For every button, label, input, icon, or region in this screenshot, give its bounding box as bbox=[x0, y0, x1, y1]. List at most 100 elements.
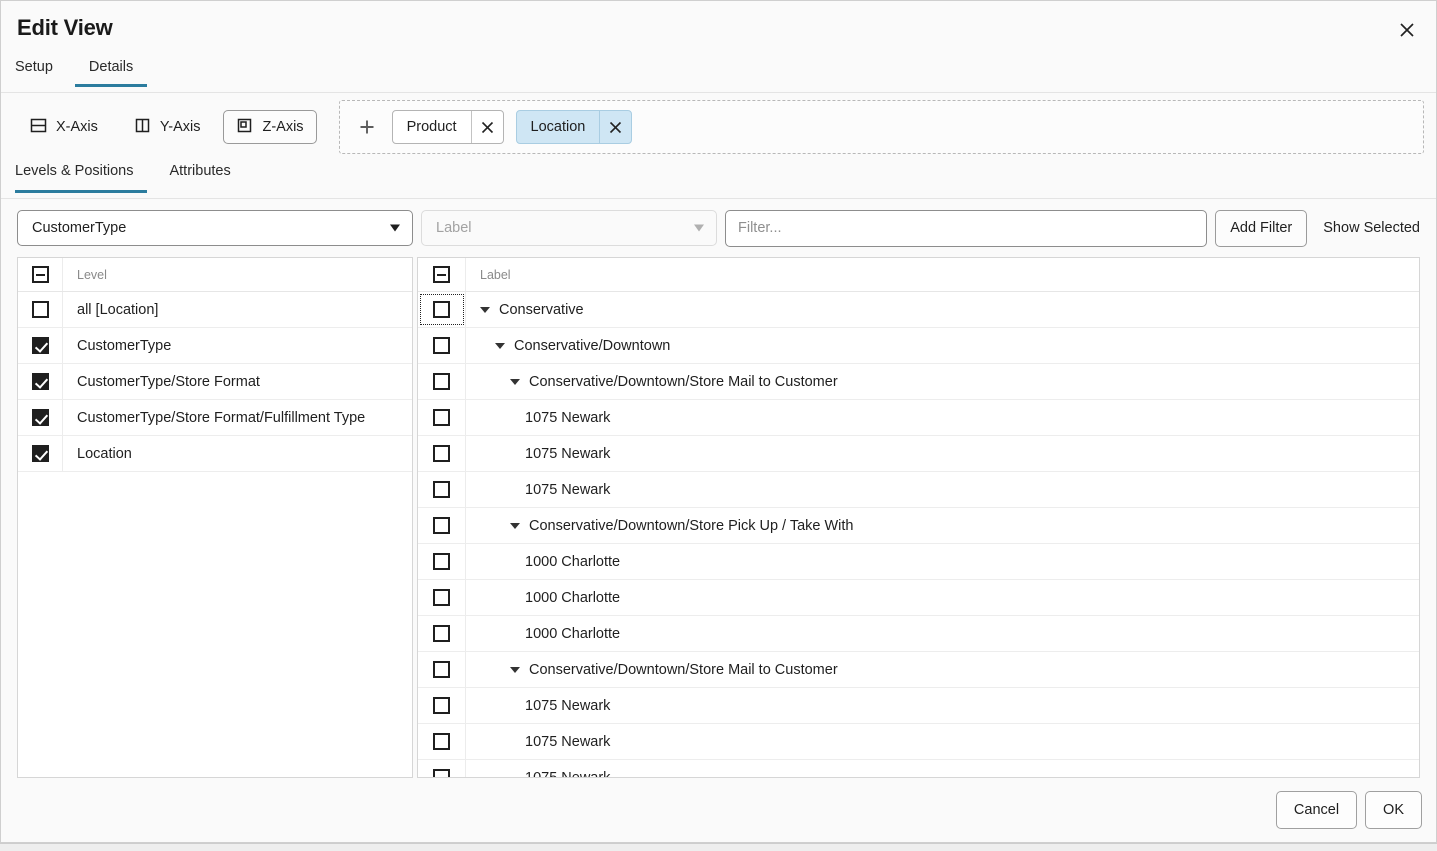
tree-row[interactable]: 1075 Newark bbox=[418, 760, 1419, 777]
tree-row[interactable]: 1075 Newark bbox=[418, 724, 1419, 760]
expand-collapse-triangle-icon[interactable] bbox=[480, 306, 490, 313]
label-row-checkbox-cell[interactable] bbox=[418, 688, 466, 723]
label-row-label: 1075 Newark bbox=[525, 481, 611, 498]
label-row-checkbox[interactable] bbox=[433, 517, 450, 534]
table-row[interactable]: Location bbox=[18, 436, 412, 472]
label-row-checkbox[interactable] bbox=[433, 589, 450, 606]
label-row-checkbox[interactable] bbox=[433, 373, 450, 390]
label-row-checkbox-cell[interactable] bbox=[418, 400, 466, 435]
level-row-checkbox[interactable] bbox=[31, 337, 49, 354]
label-row-checkbox[interactable] bbox=[433, 409, 450, 426]
table-row[interactable]: CustomerType/Store Format bbox=[18, 364, 412, 400]
level-row-label: all [Location] bbox=[77, 301, 159, 318]
label-row-checkbox-cell[interactable] bbox=[418, 652, 466, 687]
levels-select-all-cell[interactable] bbox=[18, 258, 63, 291]
level-row-checkbox[interactable] bbox=[31, 445, 49, 462]
ok-button[interactable]: OK bbox=[1365, 791, 1422, 829]
expand-collapse-triangle-icon[interactable] bbox=[495, 342, 505, 349]
label-row-checkbox[interactable] bbox=[433, 481, 450, 498]
z-axis-button[interactable]: Z-Axis bbox=[223, 110, 317, 144]
levels-select-all-checkbox[interactable] bbox=[31, 266, 49, 283]
edit-view-dialog: Edit View Setup Details X-Axis Y-Axis Z-… bbox=[0, 0, 1437, 843]
label-row-checkbox[interactable] bbox=[433, 625, 450, 642]
level-row-checkbox-cell[interactable] bbox=[18, 400, 63, 435]
label-row-checkbox-cell[interactable] bbox=[418, 328, 466, 363]
label-row-label: Conservative/Downtown/Store Pick Up / Ta… bbox=[529, 517, 854, 534]
x-axis-button[interactable]: X-Axis bbox=[17, 110, 111, 144]
chip-location[interactable]: Location bbox=[515, 110, 633, 144]
label-row-checkbox-cell[interactable] bbox=[418, 436, 466, 471]
levels-column-header: Level bbox=[77, 267, 107, 282]
level-row-checkbox-cell[interactable] bbox=[18, 292, 63, 327]
level-row-checkbox[interactable] bbox=[31, 373, 49, 390]
label-row-content: 1000 Charlotte bbox=[466, 554, 620, 570]
y-axis-button[interactable]: Y-Axis bbox=[121, 110, 214, 144]
label-row-checkbox[interactable] bbox=[433, 733, 450, 750]
label-row-checkbox-cell[interactable] bbox=[418, 580, 466, 615]
add-filter-button[interactable]: Add Filter bbox=[1215, 209, 1308, 247]
level-row-checkbox[interactable] bbox=[31, 301, 49, 318]
tree-row[interactable]: 1075 Newark bbox=[418, 688, 1419, 724]
label-row-checkbox[interactable] bbox=[433, 301, 450, 318]
expand-collapse-triangle-icon[interactable] bbox=[510, 666, 520, 673]
label-row-checkbox-cell[interactable] bbox=[418, 724, 466, 759]
close-icon[interactable] bbox=[1390, 13, 1424, 47]
label-row-checkbox[interactable] bbox=[433, 553, 450, 570]
label-row-checkbox-cell[interactable] bbox=[418, 292, 466, 327]
cancel-button[interactable]: Cancel bbox=[1275, 791, 1358, 829]
label-row-checkbox[interactable] bbox=[433, 661, 450, 678]
tree-row[interactable]: Conservative bbox=[418, 292, 1419, 328]
label-row-checkbox[interactable] bbox=[433, 337, 450, 354]
label-row-checkbox-cell[interactable] bbox=[418, 760, 466, 777]
tab-levels-and-positions[interactable]: Levels & Positions bbox=[15, 161, 148, 193]
tree-row[interactable]: 1075 Newark bbox=[418, 472, 1419, 508]
tree-row[interactable]: 1000 Charlotte bbox=[418, 544, 1419, 580]
tree-row[interactable]: Conservative/Downtown bbox=[418, 328, 1419, 364]
label-row-checkbox[interactable] bbox=[433, 769, 450, 777]
level-row-label: CustomerType/Store Format bbox=[77, 373, 260, 390]
level-row-checkbox-cell[interactable] bbox=[18, 364, 63, 399]
label-row-label: Conservative/Downtown/Store Mail to Cust… bbox=[529, 373, 838, 390]
table-row[interactable]: CustomerType/Store Format/Fulfillment Ty… bbox=[18, 400, 412, 436]
tree-row[interactable]: 1000 Charlotte bbox=[418, 616, 1419, 652]
label-row-label: 1075 Newark bbox=[525, 697, 611, 714]
tree-row[interactable]: Conservative/Downtown/Store Pick Up / Ta… bbox=[418, 508, 1419, 544]
label-row-checkbox-cell[interactable] bbox=[418, 508, 466, 543]
chip-product[interactable]: Product bbox=[391, 110, 504, 144]
expand-collapse-triangle-icon[interactable] bbox=[510, 522, 520, 529]
label-row-checkbox-cell[interactable] bbox=[418, 616, 466, 651]
filter-input[interactable] bbox=[725, 209, 1208, 247]
tree-row[interactable]: 1000 Charlotte bbox=[418, 580, 1419, 616]
label-row-checkbox-cell[interactable] bbox=[418, 364, 466, 399]
show-selected-button[interactable]: Show Selected bbox=[1323, 210, 1420, 247]
table-row[interactable]: CustomerType bbox=[18, 328, 412, 364]
tree-row[interactable]: Conservative/Downtown/Store Mail to Cust… bbox=[418, 652, 1419, 688]
plus-icon[interactable] bbox=[354, 114, 380, 140]
label-select-value: Label bbox=[436, 220, 472, 236]
tab-setup[interactable]: Setup bbox=[15, 57, 67, 86]
labels-select-all-checkbox[interactable] bbox=[433, 266, 450, 283]
label-row-checkbox-cell[interactable] bbox=[418, 544, 466, 579]
level-row-checkbox[interactable] bbox=[31, 409, 49, 426]
tree-row[interactable]: 1075 Newark bbox=[418, 400, 1419, 436]
level-row-checkbox-cell[interactable] bbox=[18, 328, 63, 363]
table-row[interactable]: all [Location] bbox=[18, 292, 412, 328]
chip-product-remove-icon[interactable] bbox=[470, 111, 503, 143]
label-row-checkbox-cell[interactable] bbox=[418, 472, 466, 507]
level-row-checkbox-cell[interactable] bbox=[18, 436, 63, 471]
expand-collapse-triangle-icon[interactable] bbox=[510, 378, 520, 385]
labels-select-all-cell[interactable] bbox=[418, 258, 466, 291]
y-axis-label: Y-Axis bbox=[159, 119, 201, 135]
page-title: Edit View bbox=[17, 15, 113, 40]
chip-location-remove-icon[interactable] bbox=[599, 111, 631, 143]
label-row-checkbox[interactable] bbox=[433, 697, 450, 714]
tree-row[interactable]: 1075 Newark bbox=[418, 436, 1419, 472]
label-select[interactable]: Label bbox=[421, 210, 717, 246]
tree-row[interactable]: Conservative/Downtown/Store Mail to Cust… bbox=[418, 364, 1419, 400]
labels-panel: Label Conservative Conservative/Downtown C… bbox=[417, 257, 1420, 778]
tab-details[interactable]: Details bbox=[74, 57, 148, 87]
tab-attributes[interactable]: Attributes bbox=[155, 161, 244, 192]
level-select[interactable]: CustomerType bbox=[17, 210, 413, 246]
label-row-content: Conservative/Downtown/Store Mail to Cust… bbox=[466, 374, 838, 390]
label-row-checkbox[interactable] bbox=[433, 445, 450, 462]
